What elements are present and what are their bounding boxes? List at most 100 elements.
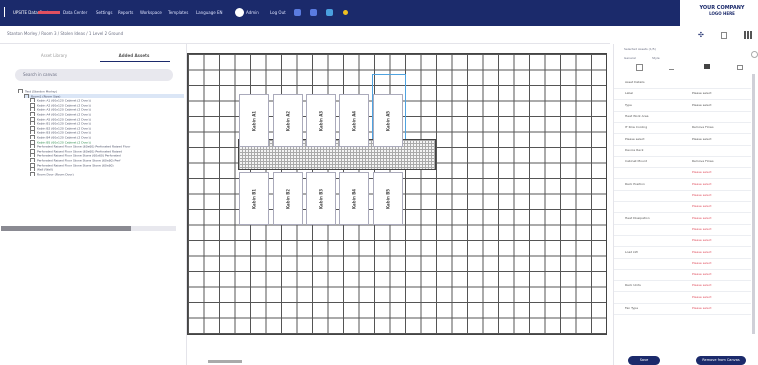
panel-scrollbar[interactable] — [752, 74, 755, 334]
tree-checkbox[interactable] — [30, 107, 35, 112]
cabinet-b2[interactable]: Kabin B2 — [273, 172, 303, 225]
property-value[interactable]: Please select — [692, 216, 742, 221]
cabinet-b4[interactable]: Kabin B4 — [339, 172, 369, 225]
property-value[interactable]: Please select — [692, 182, 742, 187]
tree-item[interactable]: Kabin A2 (60x120 Cabinet (2 Door)) — [30, 102, 190, 107]
tree-checkbox[interactable] — [30, 116, 35, 121]
property-value[interactable]: Please select — [692, 227, 742, 232]
nav-item-workspace[interactable]: Workspace — [140, 9, 164, 17]
tree-item[interactable]: Kabin A4 (60x120 Cabinet (2 Door)) — [30, 112, 190, 116]
close-icon[interactable] — [751, 51, 758, 58]
nav-item-language[interactable]: Language EN — [196, 9, 230, 17]
nav-item-settings[interactable]: Settings — [96, 9, 114, 17]
tree-item[interactable]: Perforated Raised Floor Stone Stone (60x… — [30, 153, 190, 158]
nav-item-reports[interactable]: Reports — [118, 9, 136, 17]
cabinet-a1[interactable]: Kabin A1 — [239, 94, 269, 147]
tree-item[interactable]: Kabin A5 (60x120 Cabinet (2 Door)) — [30, 116, 190, 121]
grid-icon[interactable] — [744, 31, 752, 39]
tab-general[interactable]: General — [624, 55, 644, 61]
tool-icon-4[interactable] — [737, 65, 743, 70]
tree-root-item[interactable]: Test (Stanton Morley) — [18, 89, 178, 93]
property-value[interactable]: Remove Flows — [692, 159, 742, 164]
save-button[interactable]: Save — [628, 356, 660, 365]
property-value[interactable]: Please select — [692, 170, 742, 175]
property-value[interactable]: Please select — [692, 272, 742, 277]
property-value[interactable]: Please select — [692, 261, 742, 266]
cabinet-a2[interactable]: Kabin A2 — [273, 94, 303, 147]
property-row — [614, 133, 751, 135]
tool-icon-1[interactable] — [636, 64, 643, 71]
tree-item[interactable]: Kabin A3 (60x120 Cabinet (2 Door)) — [30, 107, 190, 112]
blue-tool-icon[interactable] — [310, 9, 317, 16]
property-value[interactable]: Please select — [692, 103, 742, 108]
tree-item[interactable]: Room Door (Room Door) — [30, 171, 190, 176]
nav-item-admin[interactable]: Admin — [246, 9, 262, 17]
property-value[interactable]: Please select — [692, 250, 742, 255]
tree-item[interactable]: Perforated Raised Floor Stone (60x60) Pe… — [30, 148, 190, 153]
tree-item[interactable]: Wall (Wall) — [30, 167, 190, 172]
user-avatar-icon[interactable] — [235, 8, 244, 17]
tree-checkbox[interactable] — [30, 135, 35, 139]
property-value[interactable]: Please select — [692, 283, 742, 288]
tree-room-item[interactable]: Room1 (Room Size) — [24, 93, 184, 98]
tree-checkbox[interactable] — [30, 125, 35, 130]
property-value[interactable]: Please select — [692, 238, 742, 243]
property-value[interactable]: Please select — [692, 295, 742, 300]
tree-checkbox[interactable] — [18, 89, 23, 93]
tree-item[interactable]: Kabin B4 (60x120 Cabinet (2 Door)) — [30, 135, 190, 139]
property-value[interactable]: Please select — [692, 193, 742, 198]
tree-item[interactable]: Kabin A1 (60x120 Cabinet (2 Door)) — [30, 98, 190, 103]
menu-icon[interactable] — [4, 7, 11, 17]
nav-item-logout[interactable]: Log Out — [270, 9, 288, 17]
property-value[interactable]: Remove Flows — [692, 125, 742, 130]
yellow-tool-icon[interactable] — [343, 10, 348, 15]
tree-checkbox[interactable] — [30, 112, 35, 116]
tree-checkbox[interactable] — [30, 102, 35, 107]
page-icon[interactable] — [721, 32, 727, 39]
property-value[interactable]: Please select — [692, 91, 742, 96]
tree-checkbox[interactable] — [30, 144, 35, 149]
nav-item-data-center[interactable]: Data Center — [63, 9, 93, 17]
cabinet-b3[interactable]: Kabin B3 — [306, 172, 336, 225]
cabinet-a5[interactable]: Kabin A5 — [373, 94, 403, 147]
tool-icon-3[interactable] — [704, 64, 710, 69]
property-value[interactable]: Please select — [692, 306, 742, 311]
tree-checkbox[interactable] — [30, 158, 35, 162]
horizontal-scrollbar[interactable] — [1, 226, 176, 231]
property-value[interactable]: Please select — [692, 137, 742, 142]
cabinet-b1[interactable]: Kabin B1 — [239, 172, 269, 225]
cabinet-b5[interactable]: Kabin B5 — [373, 172, 403, 225]
property-value[interactable]: Please select — [692, 204, 742, 209]
tab-added-assets[interactable]: Added Assets — [114, 53, 154, 59]
tab-asset-library[interactable]: Asset Library — [34, 53, 74, 59]
tree-checkbox[interactable] — [30, 171, 35, 176]
tree-checkbox[interactable] — [30, 139, 35, 144]
tree-checkbox[interactable] — [30, 162, 35, 167]
canvas-scrollbar[interactable] — [208, 360, 242, 363]
tree-item[interactable]: Perforated Raised Floor Stone Stone Ston… — [30, 162, 190, 167]
tree-checkbox[interactable] — [30, 148, 35, 153]
tree-checkbox[interactable] — [30, 153, 35, 158]
tree-checkbox[interactable] — [24, 93, 29, 98]
nav-item-templates[interactable]: Templates — [168, 9, 192, 17]
tree-item[interactable]: Kabin B2 (60x120 Cabinet (2 Door)) — [30, 125, 190, 130]
tree-checkbox[interactable] — [30, 98, 35, 103]
tree-item[interactable]: Kabin B1 (60x120 Cabinet (2 Door)) — [30, 121, 190, 126]
cabinet-a4[interactable]: Kabin A4 — [339, 94, 369, 147]
blue-tool-icon[interactable] — [294, 9, 301, 16]
settings-icon[interactable]: ✣ — [698, 31, 706, 39]
remove-from-canvas-button[interactable]: Remove from Canvas — [696, 356, 746, 365]
tree-item[interactable]: Perforated Raised Floor Stone (60x60) Pe… — [30, 144, 190, 149]
tree-item[interactable]: Kabin B5 (60x120 Cabinet (2 Door)) — [30, 139, 190, 144]
cabinet-a3[interactable]: Kabin A3 — [306, 94, 336, 147]
tree-checkbox[interactable] — [30, 167, 35, 172]
tool-icon-2[interactable] — [669, 64, 674, 70]
tab-style[interactable]: Style — [652, 55, 672, 61]
tree-checkbox[interactable] — [30, 121, 35, 126]
blue-tool-icon[interactable] — [326, 9, 333, 16]
search-input[interactable]: Search in canvas — [15, 69, 173, 81]
tree-item[interactable]: Kabin B3 (60x120 Cabinet (2 Door)) — [30, 130, 190, 135]
tree-item[interactable]: Perforated Raised Floor Stone Stone Ston… — [30, 158, 190, 162]
scrollbar-thumb[interactable] — [1, 226, 131, 231]
tree-checkbox[interactable] — [30, 130, 35, 135]
